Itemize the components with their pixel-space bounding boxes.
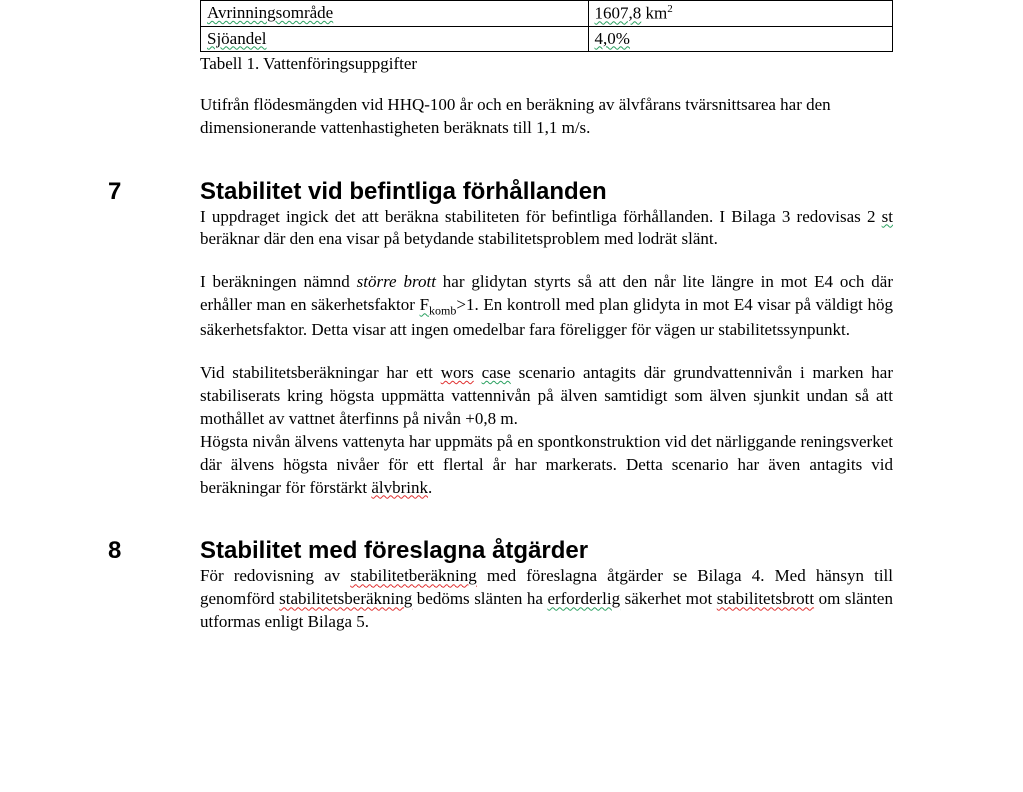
text-run-italic: större brott: [357, 272, 436, 291]
section-number: 8: [0, 537, 200, 565]
text-run: [474, 363, 482, 382]
text-run: bedöms slänten ha: [412, 589, 547, 608]
section-heading-row: 8 Stabilitet med föreslagna åtgärder: [0, 537, 1023, 565]
table-row: Sjöandel 4,0%: [201, 26, 893, 51]
paragraph: Högsta nivån älvens vattenyta har uppmät…: [200, 431, 893, 500]
table-value-number: 4,0%: [595, 29, 630, 48]
table-label-text: Avrinningsområde: [207, 3, 333, 22]
paragraph: Vid stabilitetsberäkningar har ett wors …: [200, 362, 893, 431]
document-page: Avrinningsområde 1607,8 km2 Sjöandel 4,0…: [0, 0, 1023, 634]
text-run: beräknar där den ena visar på betydande …: [200, 229, 718, 248]
section-body: För redovisning av stabilitetberäkning m…: [200, 565, 893, 634]
section-title: Stabilitet vid befintliga förhållanden: [200, 178, 607, 206]
text-run-spellerror: älvbrink: [371, 478, 428, 497]
table-caption: Tabell 1. Vattenföringsuppgifter: [200, 54, 893, 74]
section-8: 8 Stabilitet med föreslagna åtgärder För…: [0, 537, 1023, 634]
section-number: 7: [0, 178, 200, 206]
paragraph: För redovisning av stabilitetberäkning m…: [200, 565, 893, 634]
paragraph: I beräkningen nämnd större brott har gli…: [200, 271, 893, 341]
text-run-marked: Fkomb: [420, 295, 457, 314]
text-run: Högsta nivån älvens vattenyta har uppmät…: [200, 432, 893, 497]
text-run: Vid stabilitetsberäkningar har ett: [200, 363, 441, 382]
text-run-sub: komb: [429, 304, 456, 318]
paragraph: I uppdraget ingick det att beräkna stabi…: [200, 206, 893, 252]
text-run-marked: st: [882, 207, 893, 226]
text-run: För redovisning av: [200, 566, 350, 585]
section-title: Stabilitet med föreslagna åtgärder: [200, 537, 588, 565]
table-cell-label: Sjöandel: [201, 26, 589, 51]
table-value-unit: km: [641, 4, 667, 23]
text-run: F: [420, 295, 429, 314]
text-run-marked: erforderlig: [547, 589, 620, 608]
text-run-spellerror: stabilitetberäkning: [350, 566, 477, 585]
table-cell-value: 4,0%: [588, 26, 892, 51]
table-cell-label: Avrinningsområde: [201, 1, 589, 27]
text-run-spellerror: stabilitetsbrott: [717, 589, 814, 608]
section-body: I uppdraget ingick det att beräkna stabi…: [200, 206, 893, 500]
table-cell-value: 1607,8 km2: [588, 1, 892, 27]
section-7: 7 Stabilitet vid befintliga förhållanden…: [0, 178, 1023, 500]
intro-paragraph: Utifrån flödesmängden vid HHQ-100 år och…: [200, 94, 893, 140]
section-heading-row: 7 Stabilitet vid befintliga förhållanden: [0, 178, 1023, 206]
text-run-spellerror: wors: [441, 363, 474, 382]
table-row: Avrinningsområde 1607,8 km2: [201, 1, 893, 27]
data-table: Avrinningsområde 1607,8 km2 Sjöandel 4,0…: [200, 0, 893, 52]
table-value-sup: 2: [667, 3, 673, 15]
text-run: I beräkningen nämnd: [200, 272, 357, 291]
text-run-marked: case: [482, 363, 511, 382]
text-run: säkerhet mot: [620, 589, 717, 608]
table-label-text: Sjöandel: [207, 29, 267, 48]
text-run: I uppdraget ingick det att beräkna stabi…: [200, 207, 882, 226]
text-run-spellerror: stabilitetsberäkning: [279, 589, 412, 608]
text-run: .: [428, 478, 432, 497]
table-value-number: 1607,8: [595, 4, 642, 23]
